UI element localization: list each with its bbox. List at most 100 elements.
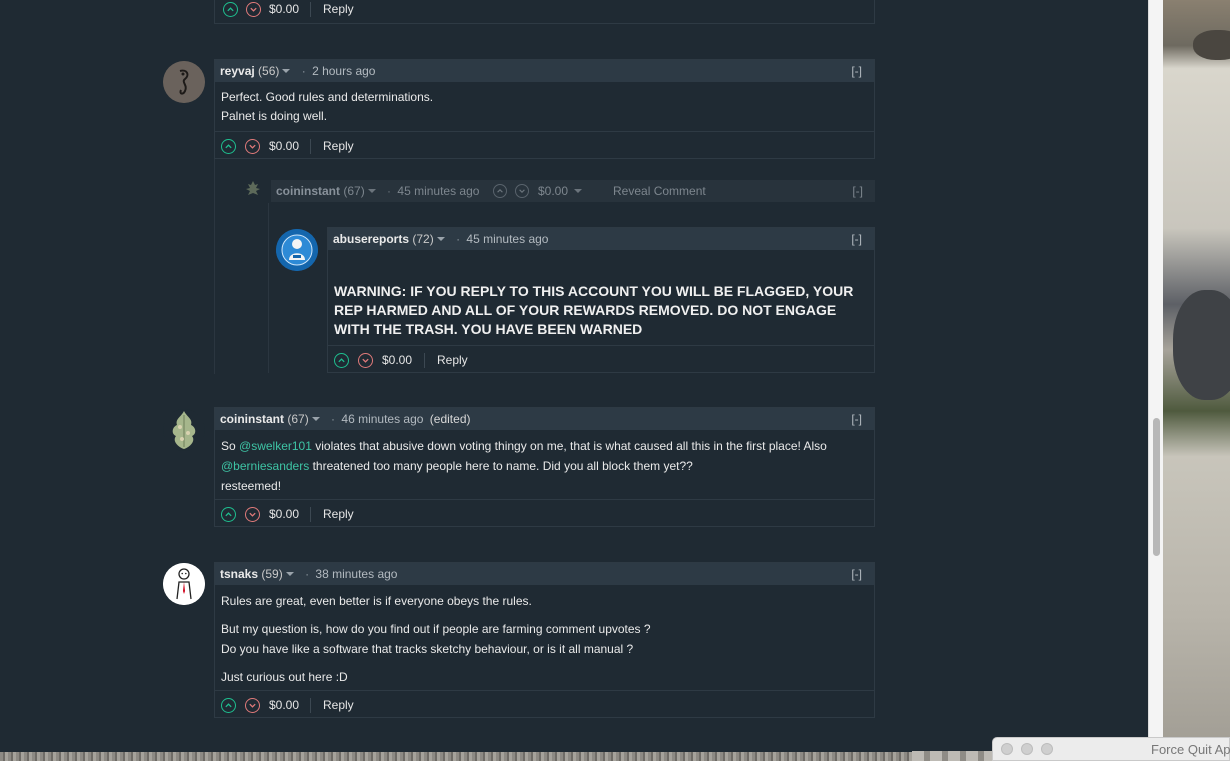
reply-link[interactable]: Reply bbox=[437, 346, 468, 374]
close-button[interactable] bbox=[1001, 743, 1013, 755]
timestamp[interactable]: 45 minutes ago bbox=[397, 184, 479, 198]
downvote-button[interactable] bbox=[245, 507, 260, 522]
chevron-down-icon[interactable] bbox=[367, 188, 376, 193]
text: So bbox=[221, 439, 240, 453]
mention-link[interactable]: @swelker101 bbox=[239, 439, 312, 453]
comment-footer: $0.00 Reply bbox=[215, 499, 874, 527]
vertical-scrollbar[interactable] bbox=[1148, 0, 1163, 761]
collapse-toggle[interactable]: [-] bbox=[852, 180, 863, 202]
comment-header: coininstant (67) · 46 minutes ago (edite… bbox=[215, 408, 874, 430]
avatar-image bbox=[163, 61, 205, 103]
comment-body: So @swelker101 violates that abusive dow… bbox=[221, 436, 866, 496]
avatar-image bbox=[246, 181, 260, 195]
comment-body: Rules are great, even better is if every… bbox=[221, 591, 651, 687]
force-quit-window[interactable]: Force Quit Ap bbox=[992, 737, 1230, 761]
reputation-score: (56) bbox=[258, 64, 280, 78]
collapsed-comment-row: coininstant (67) · 45 minutes ago $0.00 … bbox=[271, 180, 875, 202]
collapse-toggle[interactable]: [-] bbox=[851, 563, 862, 585]
divider bbox=[310, 698, 311, 713]
separator-dot: · bbox=[305, 567, 310, 581]
edited-label: (edited) bbox=[429, 412, 471, 426]
reply-link[interactable]: Reply bbox=[323, 500, 354, 528]
comment-footer: $0.00 Reply bbox=[215, 0, 874, 23]
downvote-button[interactable] bbox=[358, 353, 373, 368]
dock-edge bbox=[912, 751, 992, 761]
timestamp[interactable]: 2 hours ago bbox=[312, 64, 375, 78]
divider bbox=[424, 353, 425, 368]
comment-line: @berniesanders threatened too many peopl… bbox=[221, 456, 866, 476]
timestamp[interactable]: 45 minutes ago bbox=[466, 232, 548, 246]
wallpaper-rock bbox=[1193, 30, 1230, 60]
author-name[interactable]: coininstant bbox=[220, 412, 284, 426]
comment-footer: $0.00 Reply bbox=[215, 690, 874, 718]
comment-line: But my question is, how do you find out … bbox=[221, 622, 651, 636]
avatar-image bbox=[172, 411, 196, 449]
thread-line bbox=[268, 203, 269, 373]
text: violates that abusive down voting thingy… bbox=[311, 439, 827, 453]
reply-link[interactable]: Reply bbox=[323, 132, 354, 160]
author-name[interactable]: coininstant bbox=[276, 184, 340, 198]
warning-text: WARNING: IF YOU REPLY TO THIS ACCOUNT YO… bbox=[334, 283, 854, 337]
payout-value[interactable]: $0.00 bbox=[269, 500, 299, 528]
wallpaper-rock bbox=[1173, 290, 1230, 400]
separator-dot: · bbox=[331, 412, 336, 426]
reputation-score: (59) bbox=[261, 567, 283, 581]
comment-line: resteemed! bbox=[221, 479, 282, 493]
scrollbar-thumb[interactable] bbox=[1153, 418, 1160, 556]
comment-line: So @swelker101 violates that abusive dow… bbox=[221, 436, 866, 456]
downvote-button[interactable] bbox=[245, 139, 260, 154]
chevron-down-icon[interactable] bbox=[436, 236, 445, 241]
avatar-image bbox=[276, 229, 318, 271]
mention-link[interactable]: @berniesanders bbox=[221, 459, 309, 473]
thread-line bbox=[214, 159, 215, 374]
author-name[interactable]: abusereports bbox=[333, 232, 409, 246]
avatar-abusereports[interactable] bbox=[276, 229, 318, 271]
author-name[interactable]: tsnaks bbox=[220, 567, 258, 581]
avatar-image bbox=[163, 563, 205, 605]
comment-line: Perfect. Good rules and determinations. bbox=[221, 90, 434, 104]
minimize-button[interactable] bbox=[1021, 743, 1033, 755]
reply-link[interactable]: Reply bbox=[323, 691, 354, 719]
timestamp[interactable]: 38 minutes ago bbox=[315, 567, 397, 581]
payout-value[interactable]: $0.00 bbox=[382, 346, 412, 374]
payout-value[interactable]: $0.00 bbox=[269, 691, 299, 719]
comment-paragraph: Rules are great, even better is if every… bbox=[221, 594, 532, 608]
divider bbox=[310, 2, 311, 17]
chevron-down-icon[interactable] bbox=[311, 416, 320, 421]
text: threatened too many people here to name.… bbox=[309, 459, 693, 473]
downvote-button[interactable] bbox=[515, 184, 529, 198]
chevron-down-icon[interactable] bbox=[285, 571, 294, 576]
upvote-button[interactable] bbox=[221, 507, 236, 522]
comment-card-abusereports: abusereports (72) · 45 minutes ago [-] W… bbox=[327, 227, 875, 373]
downvote-button[interactable] bbox=[245, 698, 260, 713]
upvote-button[interactable] bbox=[221, 139, 236, 154]
upvote-button[interactable] bbox=[493, 184, 507, 198]
downvote-button[interactable] bbox=[246, 2, 261, 17]
reputation-score: (67) bbox=[343, 184, 365, 198]
chevron-down-icon[interactable] bbox=[282, 68, 291, 73]
author-name[interactable]: reyvaj bbox=[220, 64, 255, 78]
upvote-button[interactable] bbox=[221, 698, 236, 713]
zoom-button[interactable] bbox=[1041, 743, 1053, 755]
collapse-toggle[interactable]: [-] bbox=[851, 408, 862, 430]
upvote-button[interactable] bbox=[223, 2, 238, 17]
comment-card-reyvaj: reyvaj (56) · 2 hours ago [-] Perfect. G… bbox=[214, 59, 875, 159]
upvote-button[interactable] bbox=[334, 353, 349, 368]
avatar-coininstant-small[interactable] bbox=[244, 180, 262, 198]
payout-value[interactable]: $0.00 bbox=[269, 0, 299, 23]
reveal-comment-link[interactable]: Reveal Comment bbox=[613, 180, 706, 202]
reply-link[interactable]: Reply bbox=[323, 0, 354, 23]
window-title: Force Quit Ap bbox=[1151, 742, 1230, 757]
timestamp[interactable]: 46 minutes ago bbox=[341, 412, 423, 426]
collapse-toggle[interactable]: [-] bbox=[851, 228, 862, 250]
avatar-coininstant[interactable] bbox=[163, 409, 205, 451]
avatar-tsnaks[interactable] bbox=[163, 563, 205, 605]
comment-header: abusereports (72) · 45 minutes ago [-] bbox=[328, 228, 874, 250]
payout-value[interactable]: $0.00 bbox=[538, 180, 568, 202]
comment-footer: $0.00 Reply bbox=[215, 131, 874, 159]
reputation-score: (72) bbox=[412, 232, 434, 246]
payout-value[interactable]: $0.00 bbox=[269, 132, 299, 160]
avatar-reyvaj[interactable] bbox=[163, 61, 205, 103]
chevron-down-icon[interactable] bbox=[574, 189, 582, 193]
collapse-toggle[interactable]: [-] bbox=[851, 60, 862, 82]
